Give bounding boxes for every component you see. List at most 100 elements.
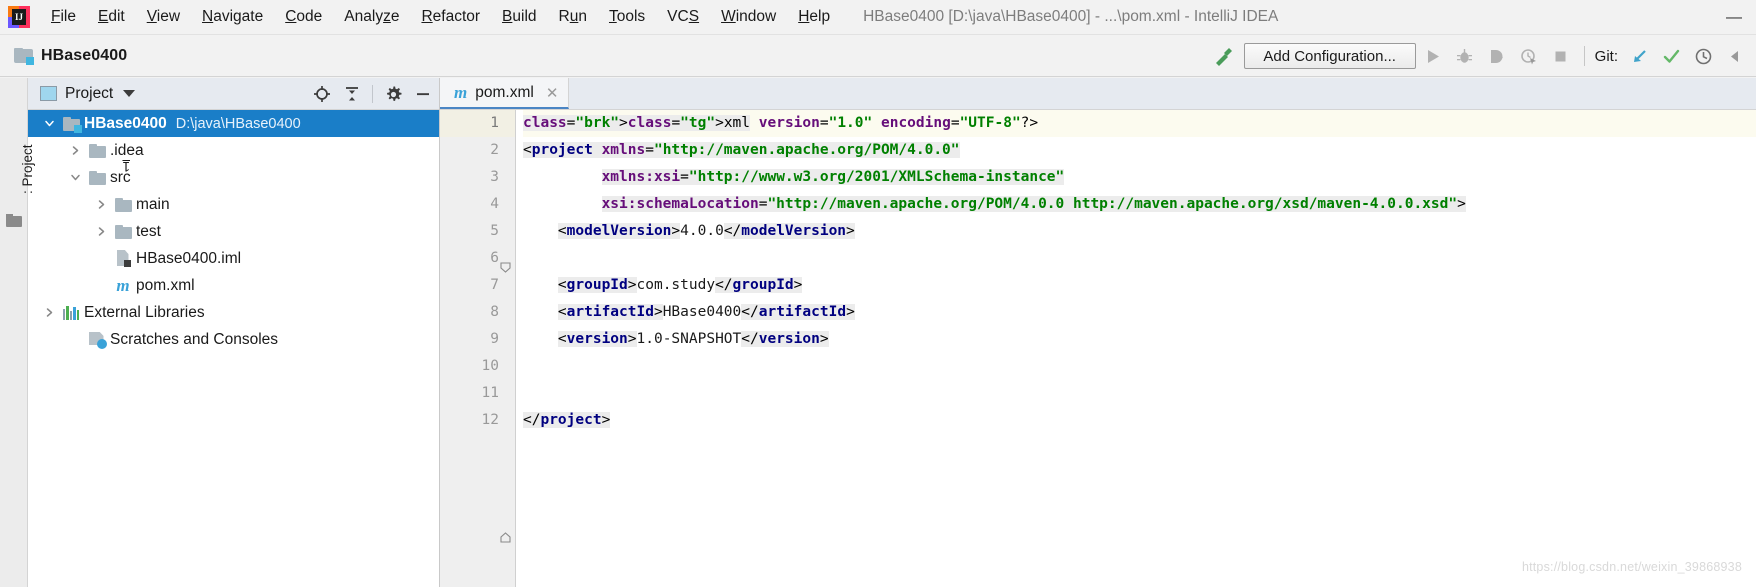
build-hammer-icon[interactable] xyxy=(1210,43,1236,69)
line-number: 8 xyxy=(490,304,499,320)
locate-icon[interactable] xyxy=(308,80,336,108)
minimize-button[interactable]: — xyxy=(1712,0,1756,35)
menu-vcs[interactable]: VCS xyxy=(656,6,710,28)
tree-item-label: pom.xml xyxy=(136,276,195,294)
toolbar-overflow-icon[interactable] xyxy=(1720,41,1750,71)
tool-window-tab-project[interactable]: 1: Project xyxy=(0,84,130,204)
line-number: 1 xyxy=(440,110,515,137)
code-line: <version>1.0-SNAPSHOT</version> xyxy=(557,331,829,347)
tree-expand-arrow[interactable] xyxy=(38,118,60,129)
line-number: 3 xyxy=(490,169,499,185)
tree-item-path: D:\java\HBase0400 xyxy=(175,115,301,132)
favorites-folder-icon[interactable] xyxy=(6,214,22,227)
stop-icon[interactable] xyxy=(1546,41,1576,71)
maven-file-icon: m xyxy=(454,83,468,102)
run-with-coverage-icon[interactable] xyxy=(1482,41,1512,71)
tree-expand-arrow[interactable] xyxy=(64,172,86,183)
tree-item-hbase0400-root[interactable]: HBase0400 D:\java\HBase0400 xyxy=(28,110,439,137)
git-label: Git: xyxy=(1594,47,1618,65)
menu-refactor[interactable]: Refactor xyxy=(410,6,491,28)
libraries-icon xyxy=(63,305,80,320)
tree-item-main[interactable]: main xyxy=(28,191,439,218)
add-configuration-button[interactable]: Add Configuration... xyxy=(1243,43,1416,69)
menu-file[interactable]: File xyxy=(40,6,87,28)
module-folder-icon xyxy=(14,47,34,65)
menu-view[interactable]: View xyxy=(136,6,191,28)
menu-navigate[interactable]: Navigate xyxy=(191,6,274,28)
tree-item-scratches-and-consoles[interactable]: Scratches and Consoles xyxy=(28,326,439,353)
code-line: xsi:schemaLocation="http://maven.apache.… xyxy=(601,196,1466,212)
project-tool-window: Project HBase0400 D:\java\HBase0400 .ide… xyxy=(28,78,440,587)
git-history-icon[interactable] xyxy=(1688,41,1718,71)
main-toolbar: HBase0400 Add Configuration... Git: xyxy=(0,35,1756,77)
line-number: 4 xyxy=(490,196,499,212)
line-number: 10 xyxy=(481,358,499,374)
git-commit-icon[interactable] xyxy=(1656,41,1686,71)
tree-expand-arrow[interactable] xyxy=(64,145,86,156)
menu-analyze[interactable]: Analyze xyxy=(333,6,410,28)
tree-item-external-libraries[interactable]: External Libraries xyxy=(28,299,439,326)
tree-item-test[interactable]: test xyxy=(28,218,439,245)
code-line: <groupId>com.study</groupId> xyxy=(557,277,803,293)
code-editor[interactable]: 1 2 3 4 5 6 7 8 9 10 11 12 class="brk">class="tg">x… xyxy=(440,110,1756,587)
fold-marker-project-open[interactable] xyxy=(500,256,511,273)
project-panel-actions xyxy=(308,78,437,110)
code-line: xmlns:xsi="http://www.w3.org/2001/XMLSch… xyxy=(601,169,1065,185)
module-folder-icon xyxy=(62,116,82,133)
tree-expand-arrow[interactable] xyxy=(38,307,60,318)
code-lines[interactable]: class="brk">class="tg">xml version="1.0"… xyxy=(516,110,1756,587)
project-panel-header: Project xyxy=(28,78,439,110)
menu-code[interactable]: Code xyxy=(274,6,333,28)
settings-gear-icon[interactable] xyxy=(379,80,407,108)
folder-icon xyxy=(114,197,132,212)
tree-item-label: HBase0400.iml xyxy=(136,249,242,267)
code-line: <modelVersion>4.0.0</modelVersion> xyxy=(557,223,855,239)
tree-item-idea[interactable]: .idea xyxy=(28,137,439,164)
git-update-project-icon[interactable] xyxy=(1624,41,1654,71)
code-line: </project> xyxy=(523,412,611,428)
project-tree: HBase0400 D:\java\HBase0400 .idea src main te… xyxy=(28,110,439,587)
tree-item-label: External Libraries xyxy=(84,303,205,321)
chevron-down-icon[interactable] xyxy=(123,90,136,97)
code-line: <project xmlns="http://maven.apache.org/… xyxy=(523,142,960,158)
menu-edit[interactable]: Edit xyxy=(87,6,136,28)
window-title: HBase0400 [D:\java\HBase0400] - ...\pom.… xyxy=(863,8,1279,25)
main-body: 1: Project Project HBase0400 D:\java\HBa… xyxy=(0,78,1756,587)
tree-item-src[interactable]: src xyxy=(28,164,439,191)
tree-expand-arrow[interactable] xyxy=(90,199,112,210)
fold-marker-project-close[interactable] xyxy=(500,526,511,543)
run-icon[interactable] xyxy=(1418,41,1448,71)
editor-tab-pom-xml[interactable]: m pom.xml ✕ xyxy=(440,78,570,109)
code-line: <artifactId>HBase0400</artifactId> xyxy=(557,304,855,320)
menu-run[interactable]: Run xyxy=(548,6,598,28)
menu-build[interactable]: Build xyxy=(491,6,547,28)
tree-item-hbase0400-iml[interactable]: HBase0400.iml xyxy=(28,245,439,272)
project-view-icon xyxy=(40,86,57,101)
line-number: 9 xyxy=(490,331,499,347)
menu-window[interactable]: Window xyxy=(710,6,787,28)
code-line: class="brk">class="tg">xml version="1.0"… xyxy=(523,110,1756,137)
close-icon[interactable]: ✕ xyxy=(546,84,559,102)
title-bar: IJ File Edit View Navigate Code Analyze Refact… xyxy=(0,0,1756,35)
logo-letters: IJ xyxy=(12,9,26,25)
editor-tab-bar: m pom.xml ✕ xyxy=(440,78,1756,110)
profiler-icon[interactable] xyxy=(1514,41,1544,71)
line-number-gutter: 1 2 3 4 5 6 7 8 9 10 11 12 xyxy=(440,110,516,587)
panel-action-separator xyxy=(372,85,373,103)
tree-item-pom-xml[interactable]: m pom.xml xyxy=(28,272,439,299)
line-number: 7 xyxy=(490,277,499,293)
hide-panel-icon[interactable] xyxy=(409,80,437,108)
collapse-all-icon[interactable] xyxy=(338,80,366,108)
toolbar-project-name: HBase0400 xyxy=(41,46,128,64)
editor-tab-label: pom.xml xyxy=(475,83,534,101)
menu-tools[interactable]: Tools xyxy=(598,6,656,28)
menu-help[interactable]: Help xyxy=(787,6,841,28)
tree-item-label: test xyxy=(136,222,161,240)
debug-icon[interactable] xyxy=(1450,41,1480,71)
tree-expand-arrow[interactable] xyxy=(90,226,112,237)
iml-file-icon xyxy=(116,250,131,267)
folder-icon xyxy=(88,143,106,158)
tree-item-label: .idea xyxy=(110,141,144,159)
